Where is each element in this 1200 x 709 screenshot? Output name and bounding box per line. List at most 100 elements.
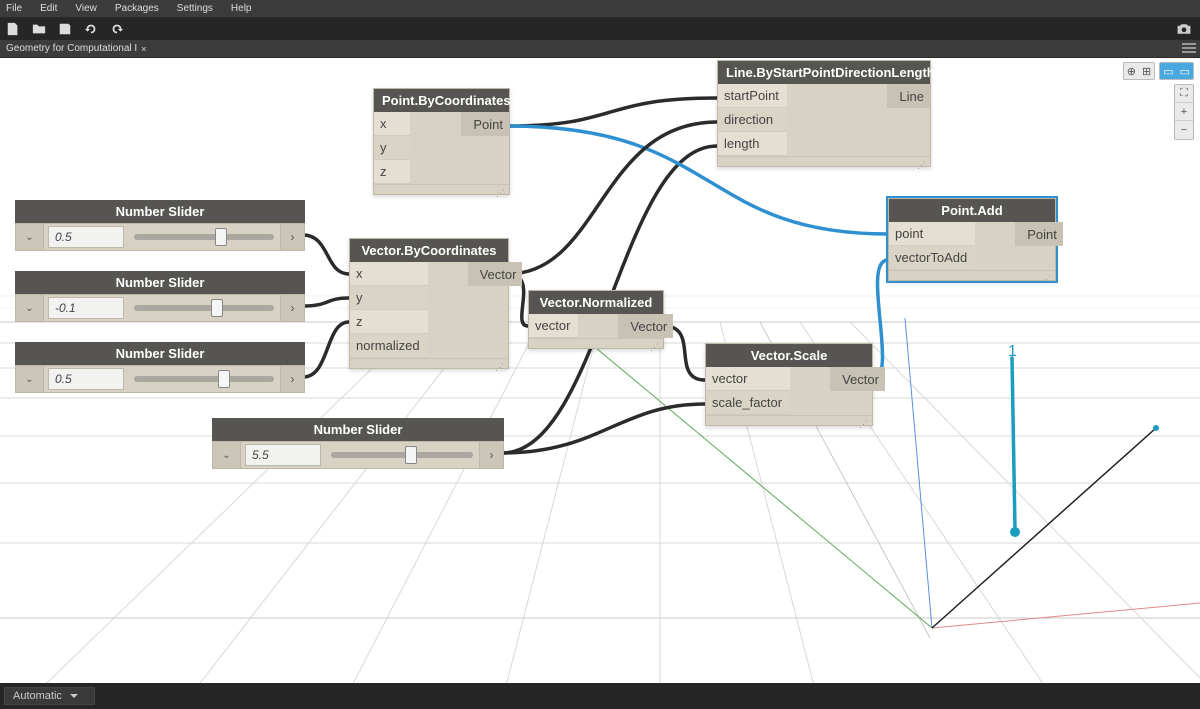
node-vector-bycoordinates[interactable]: Vector.ByCoordinates x y z normalized Ve… — [349, 238, 509, 369]
slider-thumb[interactable] — [215, 228, 227, 246]
menu-settings[interactable]: Settings — [177, 3, 213, 14]
node-vector-normalized[interactable]: Vector.Normalized vector Vector — [528, 290, 664, 349]
node-line-bystartpointdirectionlength[interactable]: Line.ByStartPointDirectionLength startPo… — [717, 60, 931, 167]
number-slider-1[interactable]: Number Slider ⌄ 0.5 › — [15, 200, 305, 251]
slider-value[interactable]: 0.5 — [48, 226, 124, 248]
tab-strip: Geometry for Computational I × — [0, 40, 1200, 58]
input-port-z[interactable]: z — [374, 160, 410, 184]
menu-packages[interactable]: Packages — [115, 3, 159, 14]
input-port-y[interactable]: y — [374, 136, 410, 160]
nav-pan-icon[interactable]: ⊞ — [1139, 65, 1154, 78]
input-port-y[interactable]: y — [350, 286, 428, 310]
close-icon[interactable]: × — [141, 44, 146, 54]
chevron-down-icon — [70, 692, 78, 700]
menu-bar[interactable]: File Edit View Packages Settings Help — [0, 0, 1200, 18]
node-title: Line.ByStartPointDirectionLength — [718, 61, 930, 84]
graph-canvas[interactable]: 1 ⊕ ⊞ ▭ ▭ ⛶ + − — [0, 58, 1200, 683]
slider-value[interactable]: 5.5 — [245, 444, 321, 466]
slider-track[interactable] — [134, 234, 274, 240]
tab-label: Geometry for Computational I — [6, 43, 137, 54]
input-port-direction[interactable]: direction — [718, 108, 787, 132]
output-port[interactable]: › — [280, 295, 304, 321]
input-port-point[interactable]: point — [889, 222, 975, 246]
node-point-bycoordinates[interactable]: Point.ByCoordinates x y z Point — [373, 88, 510, 195]
run-mode-dropdown[interactable]: Automatic — [4, 687, 95, 705]
output-port-line[interactable]: Line — [887, 84, 930, 108]
redo-icon[interactable] — [110, 22, 124, 36]
menu-edit[interactable]: Edit — [40, 3, 57, 14]
view-graph-icon[interactable]: ▭ — [1177, 65, 1193, 78]
zoom-controls: ⛶ + − — [1174, 84, 1194, 140]
slider-value[interactable]: -0.1 — [48, 297, 124, 319]
node-title: Vector.Normalized — [529, 291, 663, 314]
zoom-fit-icon[interactable]: ⛶ — [1175, 85, 1193, 103]
view-mode-group: ▭ ▭ — [1159, 62, 1194, 80]
new-file-icon[interactable] — [6, 22, 20, 36]
node-title: Number Slider — [15, 342, 305, 365]
input-port-scale-factor[interactable]: scale_factor — [706, 391, 790, 415]
output-port[interactable]: › — [280, 366, 304, 392]
slider-dropdown-icon[interactable]: ⌄ — [16, 295, 44, 321]
number-slider-4[interactable]: Number Slider ⌄ 5.5 › — [212, 418, 504, 469]
output-port[interactable]: › — [280, 224, 304, 250]
input-port-x[interactable]: x — [350, 262, 428, 286]
undo-icon[interactable] — [84, 22, 98, 36]
slider-thumb[interactable] — [405, 446, 417, 464]
slider-value[interactable]: 0.5 — [48, 368, 124, 390]
slider-thumb[interactable] — [211, 299, 223, 317]
slider-dropdown-icon[interactable]: ⌄ — [16, 224, 44, 250]
slider-dropdown-icon[interactable]: ⌄ — [16, 366, 44, 392]
save-icon[interactable] — [58, 22, 72, 36]
menu-file[interactable]: File — [6, 3, 22, 14]
resize-grip[interactable] — [374, 184, 509, 194]
menu-view[interactable]: View — [75, 3, 97, 14]
output-port-point[interactable]: Point — [461, 112, 509, 136]
input-port-x[interactable]: x — [374, 112, 410, 136]
workspace-tab[interactable]: Geometry for Computational I × — [0, 41, 154, 56]
input-port-vectortoadd[interactable]: vectorToAdd — [889, 246, 975, 270]
menu-help[interactable]: Help — [231, 3, 252, 14]
nav-style-group: ⊕ ⊞ — [1123, 62, 1155, 80]
output-port-vector[interactable]: Vector — [830, 367, 885, 391]
status-bar: Automatic — [0, 683, 1200, 709]
output-port-point[interactable]: Point — [1015, 222, 1063, 246]
number-slider-3[interactable]: Number Slider ⌄ 0.5 › — [15, 342, 305, 393]
open-icon[interactable] — [32, 22, 46, 36]
output-port-vector[interactable]: Vector — [618, 314, 673, 338]
resize-grip[interactable] — [350, 358, 508, 368]
slider-track[interactable] — [331, 452, 473, 458]
slider-dropdown-icon[interactable]: ⌄ — [213, 442, 241, 468]
input-port-normalized[interactable]: normalized — [350, 334, 428, 358]
resize-grip[interactable] — [889, 270, 1055, 280]
input-port-startpoint[interactable]: startPoint — [718, 84, 787, 108]
input-port-z[interactable]: z — [350, 310, 428, 334]
node-vector-scale[interactable]: Vector.Scale vector scale_factor Vector — [705, 343, 873, 426]
view-toggles: ⊕ ⊞ ▭ ▭ — [1123, 62, 1194, 80]
screenshot-icon[interactable] — [1176, 22, 1192, 36]
slider-track[interactable] — [134, 376, 274, 382]
zoom-out-icon[interactable]: − — [1175, 121, 1193, 139]
number-slider-2[interactable]: Number Slider ⌄ -0.1 › — [15, 271, 305, 322]
zoom-in-icon[interactable]: + — [1175, 103, 1193, 121]
slider-thumb[interactable] — [218, 370, 230, 388]
toolbar — [0, 18, 1200, 40]
run-mode-label: Automatic — [13, 690, 62, 702]
node-title: Number Slider — [212, 418, 504, 441]
input-port-vector[interactable]: vector — [529, 314, 578, 338]
input-port-vector[interactable]: vector — [706, 367, 790, 391]
node-title: Point.ByCoordinates — [374, 89, 509, 112]
nav-orbit-icon[interactable]: ⊕ — [1124, 65, 1139, 78]
output-port[interactable]: › — [479, 442, 503, 468]
node-title: Number Slider — [15, 271, 305, 294]
output-port-vector[interactable]: Vector — [468, 262, 523, 286]
node-title: Number Slider — [15, 200, 305, 223]
resize-grip[interactable] — [529, 338, 663, 348]
node-point-add[interactable]: Point.Add point vectorToAdd Point — [888, 198, 1056, 281]
resize-grip[interactable] — [718, 156, 930, 166]
view-3d-icon[interactable]: ▭ — [1160, 65, 1176, 78]
slider-track[interactable] — [134, 305, 274, 311]
resize-grip[interactable] — [706, 415, 872, 425]
node-title: Point.Add — [889, 199, 1055, 222]
menu-hamburger-icon[interactable] — [1182, 43, 1196, 53]
input-port-length[interactable]: length — [718, 132, 787, 156]
